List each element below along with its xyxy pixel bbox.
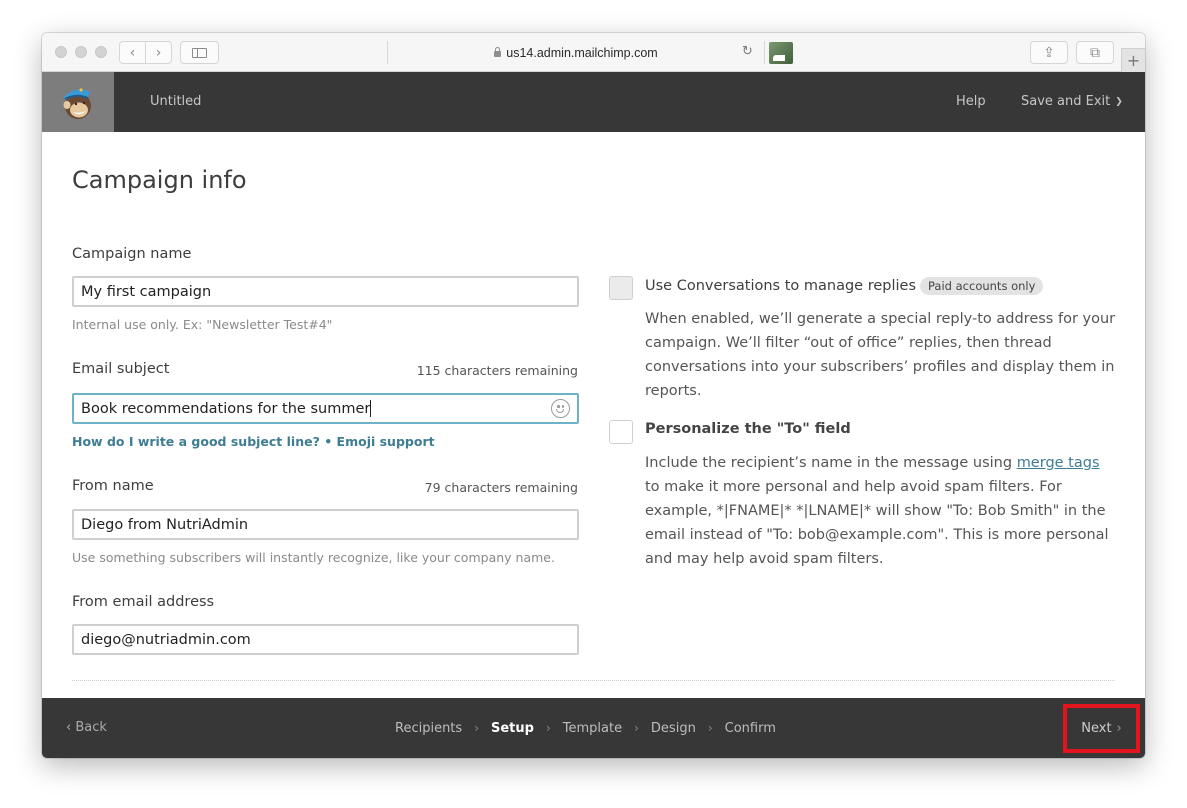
browser-toolbar: ‹ › us14.admin.mailchimp.com ↻ ⇪ ⧉ + — [42, 33, 1145, 72]
from-name-value: Diego from NutriAdmin — [81, 516, 249, 533]
from-email-input[interactable]: diego@nutriadmin.com — [72, 624, 579, 655]
step-breadcrumb: Recipients › Setup › Template › Design ›… — [395, 698, 776, 758]
from-name-hint: Use something subscribers will instantly… — [72, 550, 555, 565]
share-glyph: ⇪ — [1043, 44, 1055, 61]
chevron-left-icon: ‹ — [66, 720, 72, 735]
from-name-label: From name — [72, 478, 154, 494]
zoom-window-button[interactable] — [95, 46, 107, 58]
close-window-button[interactable] — [55, 46, 67, 58]
reload-icon[interactable]: ↻ — [742, 45, 753, 59]
step-separator-icon: › — [634, 721, 639, 735]
minimize-window-button[interactable] — [75, 46, 87, 58]
personalize-desc-after: to make it more personal and help avoid … — [645, 479, 1109, 567]
step-separator-icon: › — [707, 721, 713, 735]
from-email-value: diego@nutriadmin.com — [81, 631, 251, 648]
main-content: Campaign info Campaign name My first cam… — [42, 132, 1145, 698]
freddie-logo-icon — [63, 88, 91, 119]
conversations-title-text: Use Conversations to manage replies — [645, 278, 917, 294]
browser-window: ‹ › us14.admin.mailchimp.com ↻ ⇪ ⧉ + Unt… — [42, 33, 1145, 758]
chevron-down-icon: ❯ — [1115, 97, 1123, 107]
email-subject-input[interactable]: Book recommendations for the summer — [72, 393, 579, 424]
from-email-label: From email address — [72, 594, 215, 610]
sidebar-glyph — [192, 47, 207, 58]
back-icon[interactable]: ‹ — [119, 41, 146, 64]
subject-line-help-link[interactable]: How do I write a good subject line? — [72, 434, 320, 449]
tabs-icon[interactable]: ⧉ — [1076, 41, 1114, 64]
step-separator-icon: › — [474, 721, 479, 735]
footer-nav: ‹ Back Recipients › Setup › Template › D… — [42, 698, 1145, 758]
subject-help-links: How do I write a good subject line? • Em… — [72, 434, 435, 449]
emoji-picker-icon[interactable] — [551, 399, 570, 418]
link-separator: • — [319, 434, 337, 449]
page-title: Campaign info — [72, 166, 247, 194]
sidebar-icon[interactable] — [180, 41, 219, 64]
new-tab-glyph: + — [1126, 51, 1141, 70]
chevron-right-icon: › — [1116, 721, 1122, 736]
conversations-option-title: Use Conversations to manage replies Paid… — [645, 277, 1044, 295]
conversations-checkbox[interactable] — [609, 276, 633, 300]
personalize-to-title: Personalize the "To" field — [645, 421, 851, 437]
emoji-support-link[interactable]: Emoji support — [337, 434, 435, 449]
lock-icon — [494, 46, 502, 57]
new-tab-icon[interactable]: + — [1121, 48, 1145, 72]
step-template[interactable]: Template — [563, 721, 622, 736]
campaign-title[interactable]: Untitled — [150, 72, 201, 132]
email-subject-value: Book recommendations for the summer — [81, 400, 371, 417]
save-and-exit-label: Save and Exit — [1021, 94, 1111, 109]
url-text: us14.admin.mailchimp.com — [506, 45, 658, 60]
save-and-exit-menu[interactable]: Save and Exit ❯ — [1021, 72, 1123, 133]
app-header: Untitled Help Save and Exit ❯ — [42, 72, 1145, 132]
next-button[interactable]: Next › — [1063, 704, 1140, 753]
text-caret — [370, 400, 372, 417]
address-bar[interactable]: us14.admin.mailchimp.com — [387, 41, 765, 64]
from-name-counter: 79 characters remaining — [424, 480, 578, 495]
mailchimp-logo[interactable] — [42, 72, 114, 132]
step-recipients[interactable]: Recipients — [395, 721, 462, 736]
extension-icon[interactable] — [769, 42, 793, 64]
back-glyph: ‹ — [129, 44, 136, 61]
email-subject-counter: 115 characters remaining — [416, 363, 578, 378]
personalize-to-checkbox[interactable] — [609, 420, 633, 444]
section-divider — [72, 680, 1115, 681]
merge-tags-link[interactable]: merge tags — [1017, 455, 1100, 471]
campaign-name-value: My first campaign — [81, 283, 212, 300]
conversations-description: When enabled, we’ll generate a special r… — [645, 311, 1116, 399]
back-button[interactable]: ‹ Back — [66, 698, 107, 758]
email-subject-label: Email subject — [72, 361, 170, 377]
step-design[interactable]: Design — [651, 721, 696, 736]
help-link[interactable]: Help — [956, 72, 986, 132]
personalize-to-description: Include the recipient’s name in the mess… — [645, 451, 1117, 571]
campaign-name-label: Campaign name — [72, 246, 192, 262]
campaign-name-hint: Internal use only. Ex: "Newsletter Test#… — [72, 317, 333, 332]
forward-icon[interactable]: › — [145, 41, 172, 64]
campaign-name-input[interactable]: My first campaign — [72, 276, 579, 307]
personalize-desc-before: Include the recipient’s name in the mess… — [645, 455, 1017, 471]
step-setup[interactable]: Setup — [491, 721, 534, 736]
paid-accounts-badge: Paid accounts only — [920, 277, 1044, 295]
from-name-input[interactable]: Diego from NutriAdmin — [72, 509, 579, 540]
step-confirm[interactable]: Confirm — [725, 721, 776, 736]
tabs-glyph: ⧉ — [1090, 44, 1100, 61]
back-label: Back — [75, 720, 107, 735]
step-separator-icon: › — [545, 721, 551, 735]
forward-glyph: › — [155, 44, 162, 61]
next-label: Next — [1081, 721, 1112, 736]
share-icon[interactable]: ⇪ — [1030, 41, 1068, 64]
